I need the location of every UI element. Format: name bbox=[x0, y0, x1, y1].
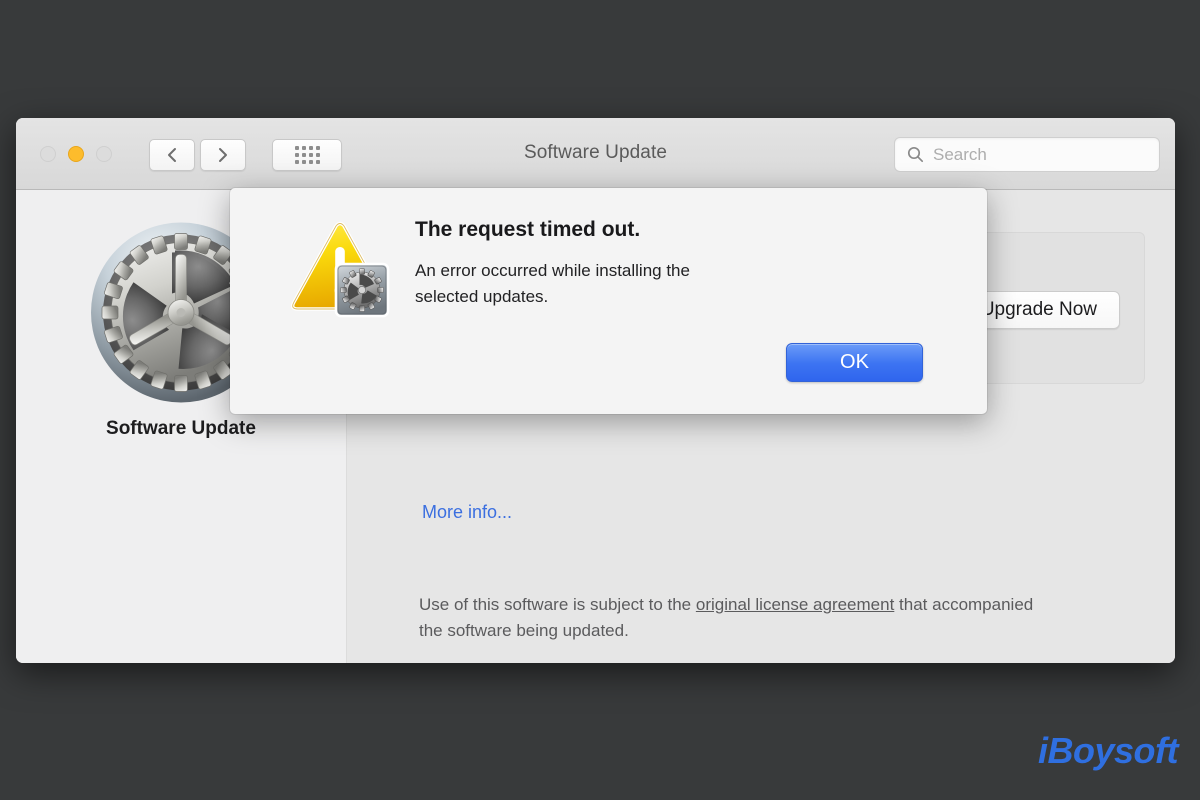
warning-triangle-with-gear-badge-icon bbox=[290, 218, 394, 322]
search-placeholder-text: Search bbox=[933, 144, 987, 164]
sidebar-item-label: Software Update bbox=[106, 418, 256, 439]
search-icon bbox=[907, 146, 924, 163]
ok-button[interactable]: OK bbox=[786, 343, 923, 382]
dialog-message: An error occurred while installing the s… bbox=[415, 261, 690, 306]
search-input[interactable]: Search bbox=[894, 137, 1160, 172]
original-license-agreement-link[interactable]: original license agreement bbox=[696, 595, 894, 614]
error-dialog: The request timed out. An error occurred… bbox=[230, 188, 987, 414]
iboysoft-watermark: iBoysoft bbox=[1038, 730, 1179, 771]
dialog-heading: The request timed out. bbox=[415, 218, 641, 241]
license-prefix: Use of this software is subject to the bbox=[419, 595, 696, 614]
license-agreement-text: Use of this software is subject to the o… bbox=[419, 592, 1039, 645]
more-info-link[interactable]: More info... bbox=[422, 502, 512, 523]
window-titlebar: Software Update Search bbox=[16, 118, 1175, 190]
